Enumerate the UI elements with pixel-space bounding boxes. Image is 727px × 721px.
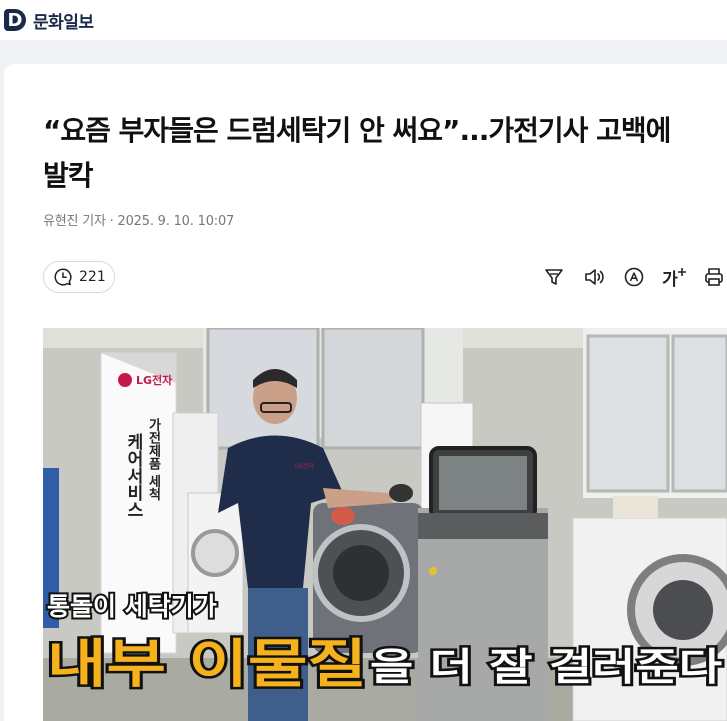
translate-icon — [624, 267, 644, 287]
comment-bubble-icon — [54, 268, 72, 286]
caption-rest: 을 더 잘 걸러준다 — [370, 645, 722, 689]
article-headline: “요즘 부자들은 드럼세탁기 안 써요”...가전기사 고백에 발칵 — [43, 114, 671, 192]
article-toolbar: 가 — [527, 264, 727, 290]
summary-button[interactable] — [541, 264, 567, 290]
warning-sticker-icon — [429, 567, 437, 575]
listen-button[interactable] — [581, 264, 607, 290]
article-card: “요즘 부자들은 드럼세탁기 안 써요”...가전기사 고백에 발칵 유현진 기… — [4, 64, 727, 721]
article-photo: LG전자 케어서비스 가전제품 세척 LG전자 통돌이 세탁기가 내부 이물질 … — [43, 328, 727, 721]
shirt-logo: LG전자 — [295, 462, 315, 470]
top-bar: D 문화일보 — [0, 0, 727, 40]
banner-col-1: 케어서비스 — [123, 433, 143, 518]
filter-icon — [545, 269, 563, 285]
banner-col-2: 가전제품 세척 — [146, 418, 161, 502]
article-byline: 유현진 기자 · 2025. 9. 10. 10:07 — [43, 214, 235, 229]
lg-logo-icon — [118, 373, 132, 387]
translate-button[interactable] — [621, 264, 647, 290]
caption-highlight: 내부 이물질 — [47, 635, 367, 695]
print-button[interactable] — [701, 264, 727, 290]
font-size-label: 가 — [662, 269, 678, 290]
plus-icon — [677, 268, 686, 276]
logo-icon[interactable]: D — [4, 9, 26, 31]
site-name[interactable]: 문화일보 — [33, 8, 94, 33]
font-size-button[interactable]: 가 — [661, 264, 687, 290]
caption-line-1: 통돌이 세탁기가 — [47, 592, 217, 621]
banner-brand: LG전자 — [136, 373, 173, 387]
comment-count: 221 — [79, 269, 106, 285]
speaker-icon — [585, 269, 604, 285]
comment-button[interactable]: 221 — [43, 261, 115, 293]
print-icon — [705, 268, 723, 286]
photo-scene: LG전자 케어서비스 가전제품 세척 LG전자 통돌이 세탁기가 내부 이물질 … — [43, 328, 727, 721]
